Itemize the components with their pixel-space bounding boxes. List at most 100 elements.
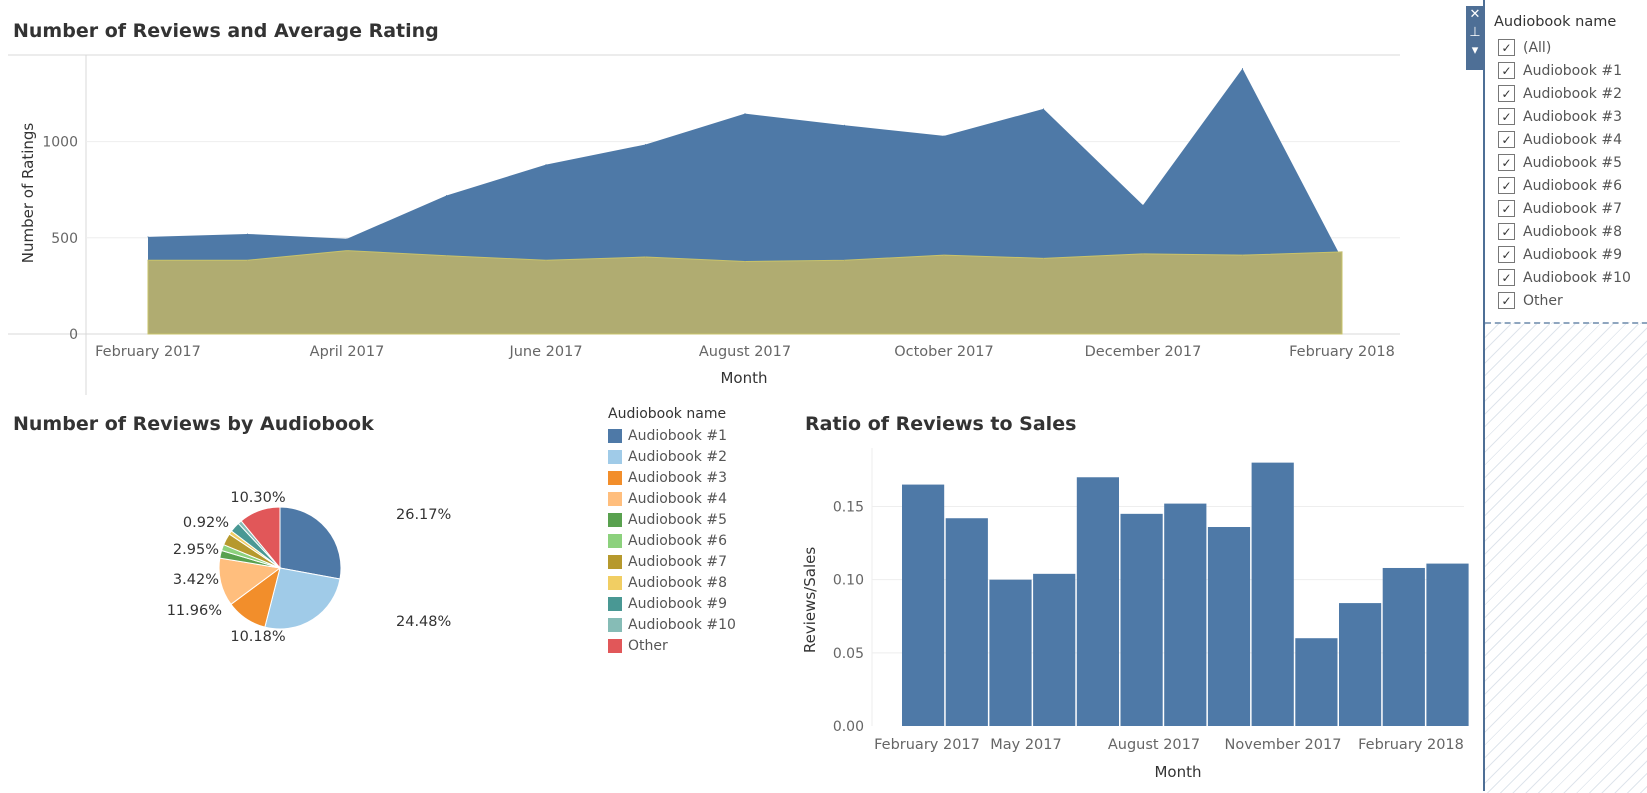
area-chart[interactable]: 0500100089101112February 2017April 2017J… [0, 0, 1400, 400]
filter-panel-controls: ✕ ⊥ ▾ [1466, 6, 1484, 70]
filter-item-audiobook-9[interactable]: ✓ Audiobook #9 [1498, 246, 1622, 263]
area-point-ratings[interactable] [545, 164, 547, 166]
legend-label: Audiobook #3 [628, 469, 728, 486]
filter-checkbox[interactable]: ✓ [1498, 246, 1515, 263]
area-point-avg-rating[interactable] [1142, 253, 1144, 255]
area-x-tick-label: December 2017 [1085, 344, 1202, 360]
filter-checkbox[interactable]: ✓ [1498, 108, 1515, 125]
filter-checkbox[interactable]: ✓ [1498, 177, 1515, 194]
bar-2017-01[interactable] [902, 484, 945, 726]
filter-item-all[interactable]: ✓ (All) [1498, 39, 1551, 56]
legend-label: Audiobook #10 [628, 616, 736, 633]
bar-2018-01[interactable] [1426, 563, 1469, 726]
filter-checkbox[interactable]: ✓ [1498, 62, 1515, 79]
legend-swatch [608, 449, 622, 464]
legend-swatch [608, 596, 622, 611]
bar-2017-07[interactable] [1164, 503, 1207, 726]
legend-item[interactable]: Audiobook #5 [608, 509, 736, 530]
filter-item-other[interactable]: ✓ Other [1498, 292, 1563, 309]
filter-checkbox[interactable]: ✓ [1498, 292, 1515, 309]
area-point-ratings[interactable] [1242, 67, 1243, 69]
area-y-axis-title: Number of Ratings [19, 123, 37, 264]
legend-title: Audiobook name [608, 406, 727, 422]
area-x-tick-label: February 2017 [95, 344, 201, 360]
area-point-avg-rating[interactable] [943, 254, 945, 256]
bar-2017-11[interactable] [1339, 603, 1382, 726]
area-point-ratings[interactable] [147, 236, 149, 238]
filter-checkbox[interactable]: ✓ [1498, 131, 1515, 148]
area-series-avg-rating[interactable] [147, 250, 1343, 335]
bar-2017-12[interactable] [1382, 567, 1425, 726]
legend-label: Audiobook #9 [628, 595, 728, 612]
area-point-avg-rating[interactable] [545, 259, 547, 261]
legend-item[interactable]: Audiobook #7 [608, 551, 736, 572]
pie-slice-audiobook-1[interactable] [279, 506, 342, 580]
filter-checkbox[interactable]: ✓ [1498, 85, 1515, 102]
filter-item-audiobook-7[interactable]: ✓ Audiobook #7 [1498, 200, 1622, 217]
area-point-avg-rating[interactable] [147, 259, 149, 261]
legend-swatch [608, 491, 622, 506]
dropdown-icon[interactable]: ▾ [1466, 42, 1484, 60]
bar-2017-09[interactable] [1251, 462, 1294, 726]
legend-item[interactable]: Audiobook #4 [608, 488, 736, 509]
filter-item-label: Audiobook #5 [1523, 154, 1623, 171]
area-point-ratings[interactable] [844, 124, 845, 126]
filter-item-audiobook-1[interactable]: ✓ Audiobook #1 [1498, 62, 1622, 79]
legend-item[interactable]: Other [608, 635, 736, 656]
area-point-ratings[interactable] [744, 113, 746, 115]
area-point-ratings[interactable] [446, 194, 447, 196]
filter-checkbox[interactable]: ✓ [1498, 269, 1515, 286]
legend-item[interactable]: Audiobook #9 [608, 593, 736, 614]
filter-item-audiobook-2[interactable]: ✓ Audiobook #2 [1498, 85, 1622, 102]
filter-item-audiobook-6[interactable]: ✓ Audiobook #6 [1498, 177, 1622, 194]
pie-chart[interactable]: 26.17% 24.48% 10.18% 11.96% 3.42% 2.95% 0.92%1… [150, 470, 570, 700]
filter-title: Audiobook name [1494, 14, 1617, 30]
area-point-avg-rating[interactable] [1043, 257, 1044, 259]
area-point-ratings[interactable] [346, 238, 348, 240]
filter-item-label: Audiobook #8 [1523, 223, 1623, 240]
pin-icon[interactable]: ⊥ [1466, 24, 1484, 42]
pie-data-label: 10.30% [230, 490, 285, 506]
legend-item[interactable]: Audiobook #8 [608, 572, 736, 593]
area-point-ratings[interactable] [645, 143, 646, 145]
legend-label: Audiobook #5 [628, 511, 728, 528]
area-point-ratings[interactable] [1043, 108, 1044, 110]
area-point-avg-rating[interactable] [1341, 251, 1343, 253]
filter-item-audiobook-3[interactable]: ✓ Audiobook #3 [1498, 108, 1622, 125]
legend-item[interactable]: Audiobook #6 [608, 530, 736, 551]
bar-2017-02[interactable] [945, 518, 988, 726]
area-point-avg-rating[interactable] [1242, 254, 1243, 256]
area-x-tick-label: October 2017 [894, 344, 994, 360]
bar-2017-08[interactable] [1207, 527, 1251, 726]
filter-checkbox[interactable]: ✓ [1498, 223, 1515, 240]
bar-2017-03[interactable] [989, 579, 1032, 726]
filter-item-audiobook-4[interactable]: ✓ Audiobook #4 [1498, 131, 1622, 148]
legend-swatch [608, 512, 622, 527]
area-point-avg-rating[interactable] [744, 261, 746, 263]
legend-item[interactable]: Audiobook #3 [608, 467, 736, 488]
area-point-avg-rating[interactable] [446, 255, 447, 257]
close-icon[interactable]: ✕ [1466, 6, 1484, 24]
filter-item-audiobook-5[interactable]: ✓ Audiobook #5 [1498, 154, 1622, 171]
bar-2017-04[interactable] [1033, 573, 1076, 726]
bar-2017-06[interactable] [1120, 513, 1163, 726]
bar-2017-05[interactable] [1076, 477, 1119, 726]
filter-item-audiobook-10[interactable]: ✓ Audiobook #10 [1498, 269, 1631, 286]
filter-checkbox[interactable]: ✓ [1498, 39, 1515, 56]
legend-item[interactable]: Audiobook #1 [608, 425, 736, 446]
filter-checkbox[interactable]: ✓ [1498, 200, 1515, 217]
filter-item-label: Audiobook #6 [1523, 177, 1623, 194]
area-point-avg-rating[interactable] [645, 256, 646, 258]
area-point-ratings[interactable] [943, 135, 945, 137]
filter-checkbox[interactable]: ✓ [1498, 154, 1515, 171]
bar-2017-10[interactable] [1295, 638, 1338, 726]
legend-item[interactable]: Audiobook #10 [608, 614, 736, 635]
area-point-avg-rating[interactable] [346, 250, 348, 252]
filter-item-audiobook-8[interactable]: ✓ Audiobook #8 [1498, 223, 1622, 240]
area-point-ratings[interactable] [1142, 204, 1144, 206]
area-point-avg-rating[interactable] [844, 259, 845, 261]
legend-item[interactable]: Audiobook #2 [608, 446, 736, 467]
bar-chart[interactable]: 0.00 0.05 0.10 0.15 February 2017 May 2017 Aug… [790, 430, 1490, 790]
area-point-avg-rating[interactable] [247, 259, 248, 261]
area-point-ratings[interactable] [247, 233, 248, 235]
